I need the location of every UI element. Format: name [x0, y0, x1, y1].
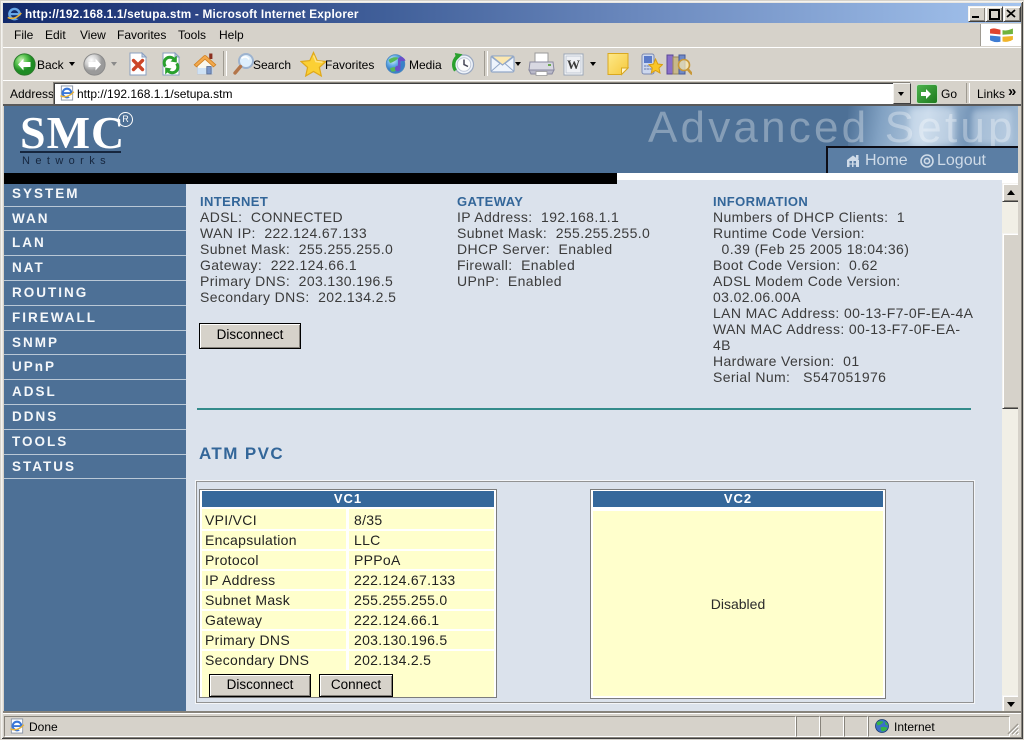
svg-text:W: W [567, 57, 580, 72]
